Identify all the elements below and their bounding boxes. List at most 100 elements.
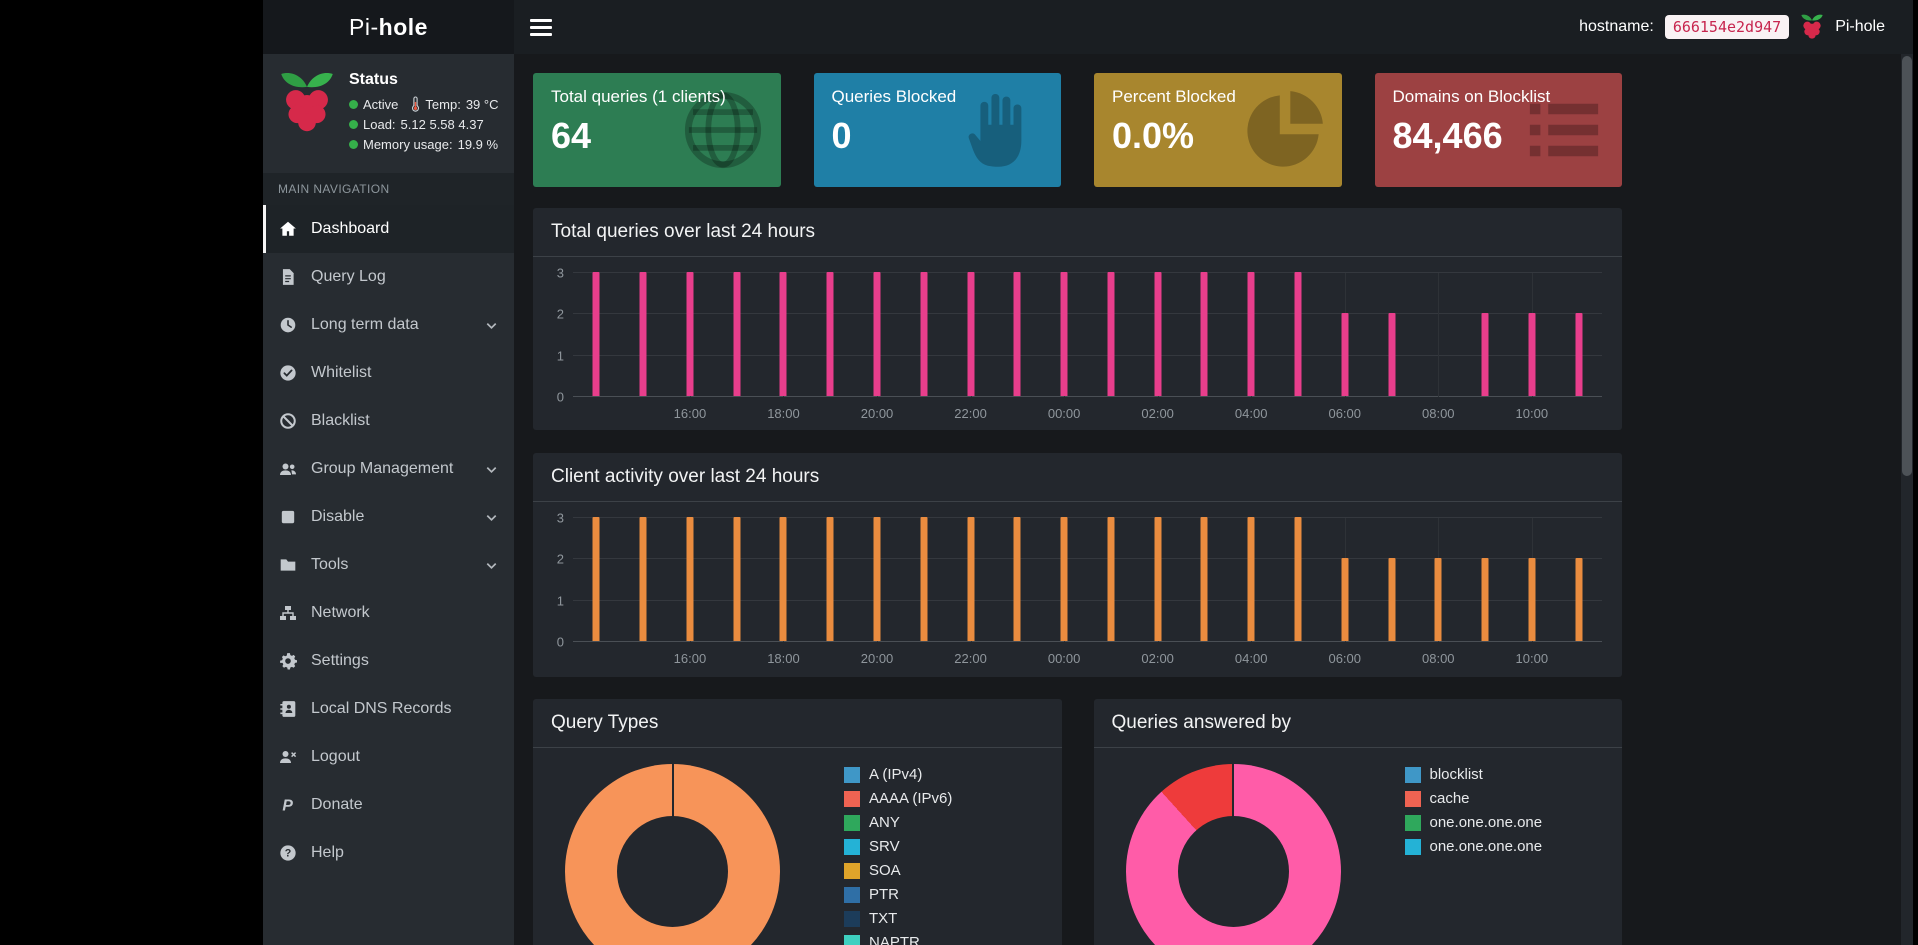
legend-item[interactable]: one.one.one.one (1404, 814, 1542, 831)
page-scrollbar[interactable] (1901, 54, 1913, 945)
sidebar-item-query-log[interactable]: Query Log (263, 253, 514, 301)
donut-divider (671, 764, 674, 872)
chart-bar (873, 517, 881, 641)
sidebar-item-settings[interactable]: Settings (263, 637, 514, 685)
queries-answered-donut-chart[interactable] (1125, 764, 1341, 945)
legend-item[interactable]: A (IPv4) (844, 766, 952, 783)
panel-query-types: Query Types A (IPv4) AAAA (IPv6) ANY SRV SOA… (533, 699, 1062, 945)
axis-tick-label: 22:00 (954, 406, 987, 421)
brand-link[interactable]: Pi-hole (263, 0, 514, 54)
sidebar-item-tools[interactable]: Tools (263, 541, 514, 589)
sidebar-section-label: MAIN NAVIGATION (263, 173, 514, 205)
sidebar-item-blacklist[interactable]: Blacklist (263, 397, 514, 445)
legend-item[interactable]: PTR (844, 886, 952, 903)
legend-label: ANY (869, 814, 900, 831)
gridline (573, 272, 1602, 273)
sidebar-item-donate[interactable]: P Donate (263, 781, 514, 829)
pihole-admin-app: Pi-hole hostname: 666154e2d947 Pi-hole S… (263, 0, 1913, 945)
legend-item[interactable]: SRV (844, 838, 952, 855)
axis-tick-label: 18:00 (767, 651, 800, 666)
pihole-home-link[interactable]: Pi-hole (1835, 18, 1885, 36)
axis-tick-label: 22:00 (954, 651, 987, 666)
panel-queries-answered-by: Queries answered by blocklist cache one.on… (1093, 699, 1622, 945)
chart-bar (1200, 517, 1208, 641)
chart-bar (639, 517, 647, 641)
gridline (573, 641, 1602, 642)
query-types-donut-chart[interactable] (565, 764, 780, 945)
panel-client-activity: Client activity over last 24 hours 0 1 2 3 … (533, 453, 1622, 677)
status-panel: Status Active Temp: 39 °C Load: 5.12 5.5… (263, 54, 514, 173)
chart-bar (1154, 272, 1162, 396)
stop-icon (278, 508, 298, 526)
chart-bar (1481, 558, 1489, 641)
main-content: Total queries (1 clients) 64 Queries Blo… (514, 54, 1901, 945)
chart-bar (1341, 313, 1349, 396)
legend-swatch (844, 934, 860, 945)
chart-bar (1107, 272, 1115, 396)
legend-item[interactable]: one.one.one.one (1404, 838, 1542, 855)
summary-card-total-queries: Total queries (1 clients) 64 (533, 73, 781, 187)
axis-tick-label: 18:00 (767, 406, 800, 421)
sidebar-item-group-management[interactable]: Group Management (263, 445, 514, 493)
svg-text:?: ? (285, 848, 292, 860)
axis-tick-label: 0 (556, 389, 564, 405)
panel-title: Query Types (533, 699, 1062, 748)
legend-item[interactable]: AAAA (IPv6) (844, 790, 952, 807)
legend-swatch (1404, 838, 1421, 855)
sidebar-item-label: Settings (311, 652, 369, 669)
scrollbar-thumb[interactable] (1902, 56, 1912, 476)
sidebar-item-local-dns-records[interactable]: Local DNS Records (263, 685, 514, 733)
sidebar-toggle-button[interactable] (530, 18, 552, 36)
sidebar-item-dashboard[interactable]: Dashboard (263, 205, 514, 253)
axis-tick-label: 08:00 (1422, 406, 1455, 421)
chart-bar (592, 272, 600, 396)
sidebar-item-help[interactable]: ? Help (263, 829, 514, 877)
chart-bar (1154, 517, 1162, 641)
legend-item[interactable]: blocklist (1404, 766, 1543, 783)
axis-tick-label: 2 (556, 551, 564, 567)
chart-bar (873, 272, 881, 396)
hostname-label: hostname: (1579, 18, 1654, 35)
sidebar-item-network[interactable]: Network (263, 589, 514, 637)
card-value: 64 (551, 115, 592, 156)
load-label: Load: (363, 117, 396, 132)
legend-swatch (844, 814, 860, 831)
legend-label: SRV (869, 838, 900, 855)
chevron-down-icon (484, 318, 499, 333)
status-dot-icon (349, 120, 358, 129)
legend-item[interactable]: ANY (844, 814, 952, 831)
total-queries-bar-chart[interactable]: 0 1 2 3 16:00 18:00 20:00 22:00 00:00 02:00 04:00… (543, 265, 1604, 423)
axis-tick-label: 04:00 (1234, 406, 1268, 421)
sidebar-item-disable[interactable]: Disable (263, 493, 514, 541)
gridline (573, 599, 1602, 601)
sidebar-item-label: Tools (311, 556, 349, 573)
pihole-logo (278, 69, 336, 137)
legend-item[interactable]: TXT (844, 910, 952, 927)
client-activity-bar-chart[interactable]: 0 1 2 3 16:00 18:00 20:00 22:00 00:00 02:00 04:00… (543, 510, 1604, 668)
legend-swatch (844, 790, 860, 807)
chart-bar (1060, 272, 1068, 396)
legend-swatch (844, 886, 860, 903)
legend-item[interactable]: SOA (844, 862, 952, 879)
clock-icon (278, 316, 298, 334)
panel-body: A (IPv4) AAAA (IPv6) ANY SRV SOA PTR TXT NAPTR (533, 748, 1062, 945)
axis-tick-label: 04:00 (1234, 651, 1268, 666)
chart-bar (779, 272, 787, 396)
chart-bar (1294, 272, 1302, 396)
legend-swatch (1404, 766, 1421, 783)
status-memory-row: Memory usage: 19.9 % (349, 137, 498, 152)
legend-item[interactable]: cache (1404, 790, 1543, 807)
sidebar-item-logout[interactable]: Logout (263, 733, 514, 781)
axis-tick-label: 1 (556, 593, 564, 609)
hostname-value: 666154e2d947 (1664, 15, 1790, 39)
sidebar-item-long-term-data[interactable]: Long term data (263, 301, 514, 349)
panel-title: Total queries over last 24 hours (533, 208, 1622, 257)
chart-bar (686, 272, 694, 396)
card-value: 0 (831, 115, 852, 156)
file-icon (278, 268, 298, 286)
sidebar-item-whitelist[interactable]: Whitelist (263, 349, 514, 397)
folder-icon (278, 556, 298, 574)
sidebar-item-label: Whitelist (311, 364, 372, 381)
axis-tick-label: 00:00 (1047, 651, 1081, 666)
legend-item[interactable]: NAPTR (844, 934, 952, 945)
